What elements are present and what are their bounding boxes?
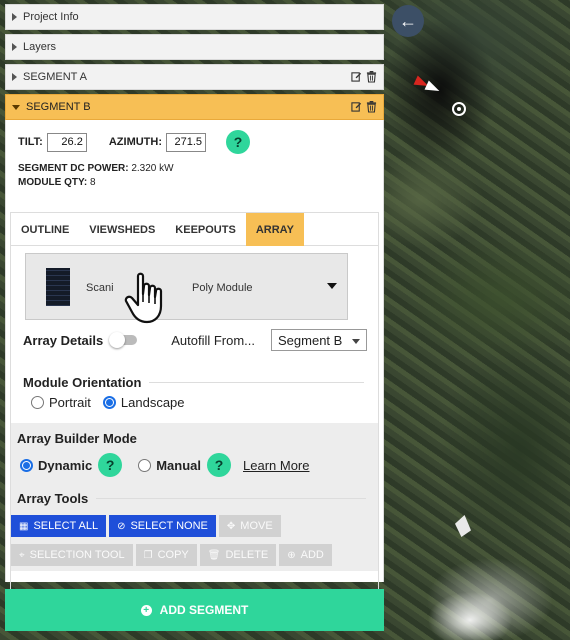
module-selector[interactable]: Scani Poly Module [25, 253, 348, 324]
select-all-button[interactable]: ▦ SELECT ALL [11, 515, 107, 537]
array-details-label: Array Details [23, 332, 104, 348]
array-builder-section: Array Builder Mode Dynamic ? Manual ? Le… [11, 423, 378, 571]
accordion-label: Layers [23, 41, 57, 53]
divider [96, 498, 366, 499]
landscape-radio[interactable] [102, 396, 116, 409]
accordion-label: SEGMENT B [26, 101, 91, 113]
autofill-label: Autofill From... [171, 332, 256, 348]
module-orientation-header: Module Orientation [23, 375, 364, 390]
accordion-label: Project Info [23, 11, 79, 23]
edit-icon[interactable] [351, 100, 362, 113]
trash-icon[interactable] [366, 100, 377, 113]
caret-right-icon [12, 43, 17, 51]
learn-more-link[interactable]: Learn More [243, 458, 309, 473]
plus-circle-icon: ⊕ [287, 549, 296, 561]
copy-label: COPY [157, 549, 189, 561]
tilt-label: TILT: [18, 136, 43, 148]
help-icon[interactable]: ? [98, 453, 123, 477]
selection-tool-label: SELECTION TOOL [29, 549, 125, 561]
caret-down-icon [12, 104, 20, 110]
caret-right-icon [12, 73, 17, 81]
help-icon[interactable]: ? [207, 453, 231, 477]
landscape-label[interactable]: Landscape [121, 395, 185, 410]
trash-icon: 🗑 [207, 549, 221, 561]
module-name-left: Scani [86, 282, 114, 294]
array-tools-header: Array Tools [17, 491, 366, 506]
dynamic-radio[interactable] [20, 458, 33, 472]
azimuth-label: AZIMUTH: [108, 136, 162, 148]
azimuth-input[interactable]: 271.5 [166, 132, 206, 152]
solar-module-thumbnail [46, 268, 70, 306]
portrait-radio[interactable] [31, 396, 44, 409]
accordion-segment-b[interactable]: SEGMENT B [5, 94, 384, 120]
tilt-azimuth-row: TILT: 26.2 AZIMUTH: 271.5 ? [18, 130, 371, 154]
add-segment-button[interactable]: + ADD SEGMENT [5, 589, 384, 631]
add-button[interactable]: ⊕ ADD [279, 544, 332, 566]
chevron-down-icon [352, 339, 361, 344]
crosshair-icon: ⌖ [19, 549, 25, 561]
copy-icon: ❐ [143, 549, 153, 561]
edit-icon[interactable] [351, 70, 362, 83]
array-details-row: Array Details Autofill From... Segment B [23, 329, 370, 351]
move-arrows-icon: ✥ [226, 520, 236, 532]
orientation-options: Portrait Landscape [31, 395, 372, 410]
module-name-right: Poly Module [192, 282, 253, 294]
tab-viewsheds[interactable]: VIEWSHEDS [79, 213, 165, 246]
manual-radio[interactable] [138, 458, 152, 472]
hand-cursor-icon [124, 272, 163, 324]
array-builder-header: Array Builder Mode [17, 431, 366, 446]
trash-icon[interactable] [366, 70, 377, 83]
array-details-toggle[interactable] [109, 332, 138, 348]
dc-power-label: SEGMENT DC POWER: [18, 163, 129, 174]
accordion-project-info[interactable]: Project Info [5, 4, 384, 30]
divider [149, 382, 364, 383]
dc-power-value: 2.320 kW [131, 163, 174, 174]
selection-tool-button[interactable]: ⌖ SELECTION TOOL [11, 544, 133, 566]
ban-icon: ⊘ [117, 520, 126, 532]
location-marker-icon[interactable] [452, 102, 466, 116]
segment-tabs: OUTLINE VIEWSHEDS KEEPOUTS ARRAY [11, 213, 378, 246]
builder-mode-options: Dynamic ? Manual ? Learn More [20, 453, 372, 477]
tab-outline[interactable]: OUTLINE [11, 213, 79, 246]
help-icon[interactable]: ? [226, 130, 250, 154]
segment-tabs-container: OUTLINE VIEWSHEDS KEEPOUTS ARRAY Scani P… [10, 212, 379, 590]
array-tools-row-2: ⌖ SELECTION TOOL ❐ COPY 🗑 DELETE ⊕ ADD [11, 544, 372, 566]
move-button[interactable]: ✥ MOVE [218, 515, 281, 537]
module-qty-value: 8 [90, 177, 96, 188]
module-qty-label: MODULE QTY: [18, 177, 88, 188]
autofill-select[interactable]: Segment B [271, 329, 368, 351]
accordion-layers[interactable]: Layers [5, 34, 384, 60]
array-builder-title: Array Builder Mode [17, 431, 137, 446]
add-label: ADD [300, 549, 324, 561]
accordion-segment-a[interactable]: SEGMENT A [5, 64, 384, 90]
add-segment-label: ADD SEGMENT [159, 603, 249, 617]
delete-button[interactable]: 🗑 DELETE [199, 544, 277, 566]
select-all-label: SELECT ALL [33, 520, 99, 532]
array-tools-row-1: ▦ SELECT ALL ⊘ SELECT NONE ✥ MOVE [11, 515, 372, 537]
array-tools-title: Array Tools [17, 491, 89, 506]
accordion-label: SEGMENT A [23, 71, 87, 83]
caret-right-icon [12, 13, 17, 21]
select-none-button[interactable]: ⊘ SELECT NONE [109, 515, 216, 537]
dynamic-label[interactable]: Dynamic [38, 458, 92, 473]
plus-circle-icon: + [140, 604, 152, 616]
select-none-label: SELECT NONE [130, 520, 208, 532]
copy-button[interactable]: ❐ COPY [135, 544, 197, 566]
move-label: MOVE [240, 520, 273, 532]
manual-label[interactable]: Manual [156, 458, 201, 473]
delete-label: DELETE [225, 549, 269, 561]
tab-keepouts[interactable]: KEEPOUTS [165, 213, 246, 246]
arrow-left-icon: ← [399, 10, 417, 31]
grid-icon: ▦ [19, 520, 29, 532]
portrait-label[interactable]: Portrait [49, 395, 91, 410]
chevron-down-icon [327, 283, 337, 289]
tab-array[interactable]: ARRAY [245, 213, 304, 246]
segment-stats: SEGMENT DC POWER: 2.320 kW MODULE QTY: 8 [18, 162, 371, 190]
tilt-input[interactable]: 26.2 [46, 132, 87, 152]
module-orientation-title: Module Orientation [23, 375, 142, 390]
autofill-selected-value: Segment B [278, 332, 343, 348]
collapse-panel-button[interactable]: ← [392, 5, 424, 37]
